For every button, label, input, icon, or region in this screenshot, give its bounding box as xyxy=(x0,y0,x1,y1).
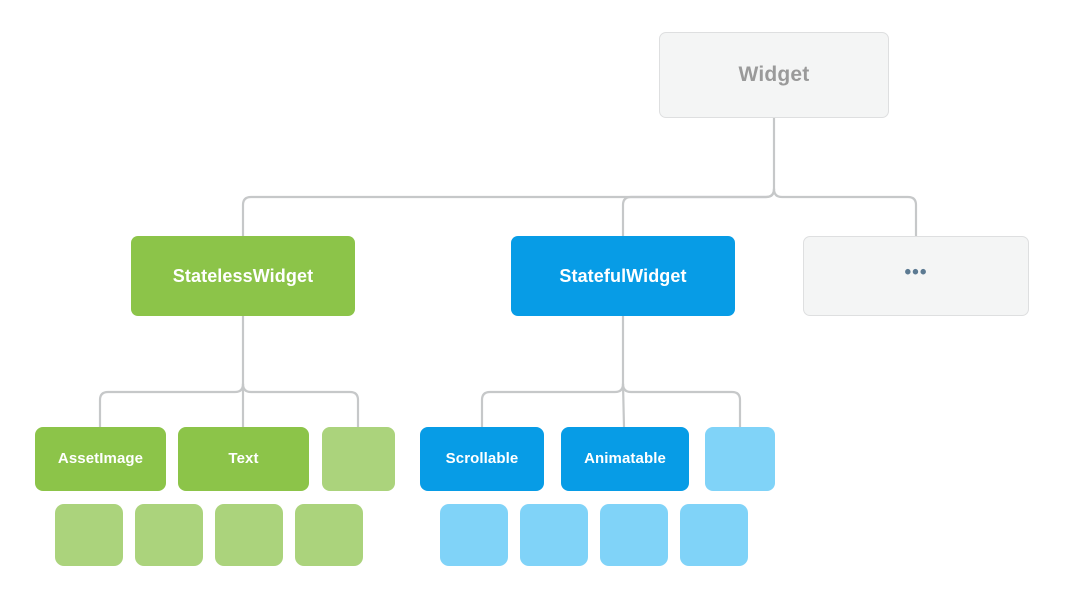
node-green-placeholder[interactable] xyxy=(322,427,395,491)
node-statelesswidget-label: StatelessWidget xyxy=(172,265,314,286)
node-scrollable-label: Scrollable xyxy=(445,450,519,468)
widget-hierarchy-diagram: Widget StatelessWidget StatefulWidget ••… xyxy=(0,0,1080,606)
node-widget[interactable]: Widget xyxy=(659,32,889,118)
node-animatable[interactable]: Animatable xyxy=(561,427,689,491)
node-statefulwidget-label: StatefulWidget xyxy=(559,265,687,286)
node-blue-chip-4[interactable] xyxy=(680,504,748,566)
node-statefulwidget[interactable]: StatefulWidget xyxy=(511,236,735,316)
node-widget-label: Widget xyxy=(738,62,810,86)
node-assetimage-label: AssetImage xyxy=(57,450,144,468)
node-green-chip-1[interactable] xyxy=(55,504,123,566)
edge-root-bus-left xyxy=(241,187,776,238)
node-green-chip-3[interactable] xyxy=(215,504,283,566)
node-green-chip-2[interactable] xyxy=(135,504,203,566)
edge-stateless-left xyxy=(98,382,245,429)
edge-root-bus-right xyxy=(772,187,918,238)
edge-root-center xyxy=(621,187,776,238)
node-green-chip-4[interactable] xyxy=(295,504,363,566)
node-blue-chip-1[interactable] xyxy=(440,504,508,566)
node-text-label: Text xyxy=(228,450,259,468)
node-blue-chip-2[interactable] xyxy=(520,504,588,566)
node-animatable-label: Animatable xyxy=(584,450,666,468)
ellipsis-icon: ••• xyxy=(904,262,928,284)
edge-stateful-center xyxy=(621,382,626,429)
node-more-ellipsis[interactable]: ••• xyxy=(803,236,1029,316)
node-statelesswidget[interactable]: StatelessWidget xyxy=(131,236,355,316)
node-scrollable[interactable]: Scrollable xyxy=(420,427,544,491)
edge-stateful-right xyxy=(621,382,742,429)
node-blue-placeholder[interactable] xyxy=(705,427,775,491)
edge-stateful-left xyxy=(480,382,625,429)
node-blue-chip-3[interactable] xyxy=(600,504,668,566)
edge-stateless-right xyxy=(241,382,360,429)
node-text[interactable]: Text xyxy=(178,427,309,491)
node-assetimage[interactable]: AssetImage xyxy=(35,427,166,491)
